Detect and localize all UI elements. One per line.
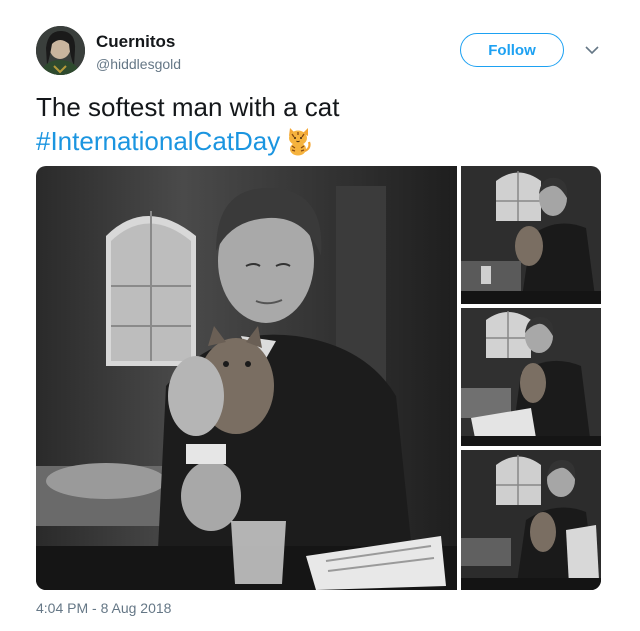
- photo-thumb-1-image: [461, 166, 601, 304]
- tweet-timestamp[interactable]: 4:04 PM - 8 Aug 2018: [36, 600, 171, 616]
- photo-thumb-2-image: [461, 308, 601, 446]
- photo-thumb-3-image: [461, 450, 601, 590]
- avatar-image: [36, 26, 85, 75]
- photo-thumb-2[interactable]: [461, 308, 601, 446]
- display-name[interactable]: Cuernitos: [96, 32, 175, 52]
- photo-grid: [36, 166, 601, 590]
- chevron-down-icon[interactable]: [582, 40, 602, 60]
- user-handle[interactable]: @hiddlesgold: [96, 56, 181, 72]
- follow-button[interactable]: Follow: [460, 33, 564, 67]
- tiger-cat-emoji-icon: [284, 126, 312, 156]
- photo-main-image: [36, 166, 457, 590]
- photo-thumb-3[interactable]: [461, 450, 601, 590]
- tweet-body: The softest man with a cat: [36, 92, 340, 122]
- photo-thumb-1[interactable]: [461, 166, 601, 304]
- avatar[interactable]: [36, 26, 85, 75]
- tweet-text: The softest man with a cat #Internationa…: [36, 90, 606, 158]
- tweet-header: Cuernitos @hiddlesgold Follow: [36, 26, 606, 82]
- tweet-hashtag-line: #InternationalCatDay: [36, 124, 606, 158]
- photo-main[interactable]: [36, 166, 457, 590]
- hashtag-link[interactable]: #InternationalCatDay: [36, 126, 280, 156]
